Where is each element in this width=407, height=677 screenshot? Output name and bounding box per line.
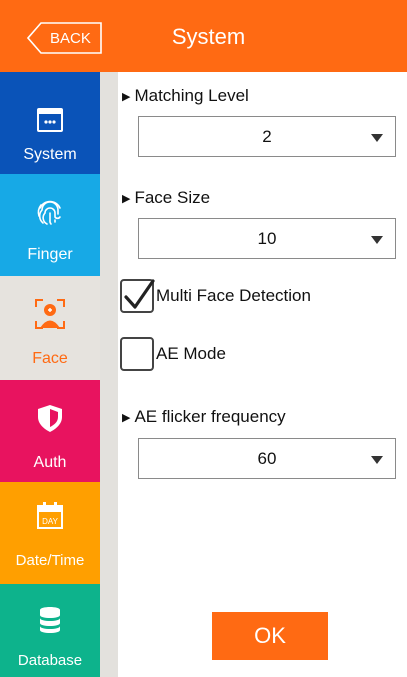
triangle-right-icon: ▶ — [122, 412, 131, 424]
sidebar-item-finger[interactable]: Finger — [0, 174, 100, 276]
sidebar-item-label: Auth — [33, 454, 67, 471]
header-bar: BACK System — [0, 0, 407, 72]
ae-flicker-frequency-select[interactable]: 60 — [138, 438, 396, 479]
face-size-label: ▶ Face Size — [122, 188, 211, 207]
sidebar-item-system[interactable]: System — [0, 72, 100, 174]
sidebar-item-label: Date/Time — [15, 552, 85, 569]
calendar-day-text: DAY — [42, 517, 59, 526]
database-icon — [40, 607, 60, 633]
ae-flicker-frequency-label: ▶ AE flicker frequency — [122, 407, 286, 426]
dropdown-arrow-icon — [371, 456, 383, 464]
ok-button[interactable]: OK — [212, 612, 328, 660]
face-size-value: 10 — [257, 229, 277, 248]
face-icon — [35, 299, 65, 329]
sidebar-item-label: Face — [32, 350, 68, 367]
checkbox-box[interactable] — [120, 279, 155, 313]
sidebar-item-label: Database — [17, 652, 83, 669]
sidebar: System Finger Face Auth DAY Date/Time Da… — [0, 72, 100, 677]
fingerprint-icon — [37, 200, 61, 225]
sidebar-item-label: Finger — [27, 246, 73, 263]
sidebar-divider — [100, 72, 118, 677]
sidebar-item-face[interactable]: Face — [0, 276, 100, 380]
window-icon — [37, 108, 63, 132]
triangle-right-icon: ▶ — [122, 193, 131, 205]
checkbox-box[interactable] — [120, 337, 154, 371]
triangle-right-icon: ▶ — [122, 91, 131, 103]
shield-icon — [38, 405, 62, 432]
dropdown-arrow-icon — [371, 236, 383, 244]
ae-mode-label: AE Mode — [156, 344, 226, 363]
matching-level-label: ▶ Matching Level — [122, 86, 249, 105]
matching-level-select[interactable]: 2 — [138, 116, 396, 157]
ae-flicker-frequency-value: 60 — [257, 449, 277, 468]
multi-face-detection-label: Multi Face Detection — [156, 286, 311, 305]
face-size-select[interactable]: 10 — [138, 218, 396, 259]
sidebar-item-date-time[interactable]: DAY Date/Time — [0, 482, 100, 584]
calendar-icon: DAY — [37, 502, 63, 529]
checkmark-icon — [124, 279, 155, 309]
matching-level-value: 2 — [262, 127, 272, 146]
sidebar-item-auth[interactable]: Auth — [0, 380, 100, 482]
dropdown-arrow-icon — [371, 134, 383, 142]
sidebar-item-label: System — [23, 146, 77, 163]
page-title: System — [171, 24, 246, 49]
sidebar-item-database[interactable]: Database — [0, 584, 100, 677]
